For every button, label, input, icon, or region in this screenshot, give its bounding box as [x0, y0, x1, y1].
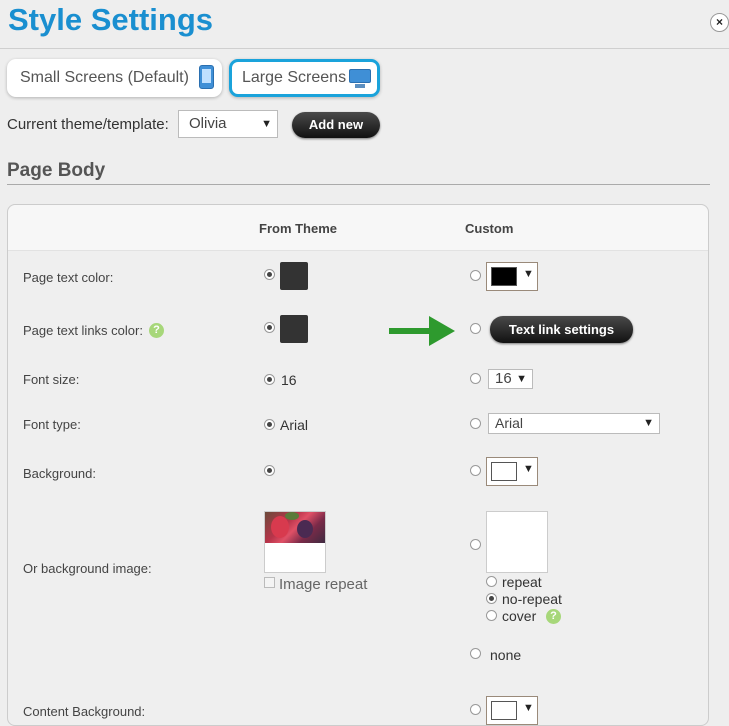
tab-small-screens[interactable]: Small Screens (Default)	[7, 59, 222, 97]
title-divider	[0, 48, 729, 49]
column-header-custom: Custom	[465, 221, 514, 236]
font-type-select-value: Arial	[495, 415, 524, 431]
column-header-from-theme: From Theme	[259, 221, 338, 236]
theme-color-swatch	[280, 262, 308, 290]
row-label-font-type: Font type:	[23, 417, 81, 432]
image-repeat-label: Image repeat	[279, 576, 368, 593]
color-chip	[491, 462, 517, 481]
image-repeat-checkbox[interactable]	[264, 577, 275, 588]
row-label-page-text-color: Page text color:	[23, 270, 114, 285]
font-size-select[interactable]: 16 ▼	[488, 369, 533, 389]
cover-option-label: cover	[502, 608, 537, 624]
berry-shape	[297, 520, 313, 538]
chevron-down-icon: ▼	[261, 118, 272, 130]
repeat-option-label: repeat	[502, 574, 542, 590]
radio-custom-background[interactable]	[470, 465, 481, 476]
panel-header: From Theme Custom	[8, 205, 708, 251]
section-title: Page Body	[7, 160, 106, 181]
tab-small-screens-label: Small Screens (Default)	[20, 69, 189, 86]
no-repeat-option-label: no-repeat	[502, 591, 562, 607]
radio-custom-page-text-color[interactable]	[470, 270, 481, 281]
custom-background-image-preview[interactable]	[486, 511, 548, 573]
section-divider	[7, 184, 710, 185]
add-new-button[interactable]: Add new	[292, 112, 380, 138]
monitor-icon	[349, 69, 371, 88]
tab-large-screens[interactable]: Large Screens	[229, 59, 380, 97]
radio-no-repeat[interactable]	[486, 593, 497, 604]
radio-theme-font-size[interactable]	[264, 374, 275, 385]
chevron-down-icon: ▼	[523, 268, 534, 280]
radio-custom-font-type[interactable]	[470, 418, 481, 429]
theme-font-type-value: Arial	[280, 417, 309, 433]
row-label-background-image: Or background image:	[23, 561, 152, 576]
theme-label: Current theme/template:	[7, 116, 169, 133]
leaf-shape	[285, 512, 299, 520]
phone-icon	[199, 65, 214, 89]
radio-theme-font-type[interactable]	[264, 419, 275, 430]
theme-font-size-value: 16	[281, 372, 297, 388]
radio-custom-font-size[interactable]	[470, 373, 481, 384]
radio-theme-page-text-color[interactable]	[264, 269, 275, 280]
berry-shape	[271, 516, 289, 538]
color-chip	[491, 267, 517, 286]
none-option-label: none	[490, 647, 522, 663]
chevron-down-icon: ▼	[523, 463, 534, 475]
radio-custom-content-background[interactable]	[470, 704, 481, 715]
chevron-down-icon: ▼	[523, 702, 534, 714]
radio-theme-page-text-links[interactable]	[264, 322, 275, 333]
radio-theme-background[interactable]	[264, 465, 275, 476]
chevron-down-icon: ▼	[516, 373, 527, 385]
row-label-content-background: Content Background:	[23, 704, 146, 719]
color-picker-background[interactable]: ▼	[486, 457, 538, 486]
chevron-down-icon: ▼	[643, 417, 654, 429]
font-size-select-value: 16	[495, 370, 512, 387]
close-icon[interactable]: ×	[710, 13, 729, 32]
arrow-right-icon	[389, 316, 455, 346]
help-icon[interactable]: ?	[546, 609, 561, 624]
theme-select[interactable]: Olivia ▼	[178, 110, 278, 138]
theme-select-value: Olivia	[189, 115, 227, 132]
page-title: Style Settings	[8, 2, 213, 37]
font-type-select[interactable]: Arial ▼	[488, 413, 660, 434]
text-link-settings-button[interactable]: Text link settings	[490, 316, 633, 343]
radio-custom-background-image[interactable]	[470, 539, 481, 550]
radio-custom-page-text-links[interactable]	[470, 323, 481, 334]
row-label-font-size: Font size:	[23, 372, 80, 387]
berries-image	[265, 512, 325, 543]
tab-large-screens-label: Large Screens	[242, 69, 347, 86]
radio-none[interactable]	[470, 648, 481, 659]
row-label-background: Background:	[23, 466, 96, 481]
radio-repeat[interactable]	[486, 576, 497, 587]
radio-cover[interactable]	[486, 610, 497, 621]
help-icon[interactable]: ?	[149, 323, 164, 338]
theme-color-swatch	[280, 315, 308, 343]
color-picker-page-text[interactable]: ▼	[486, 262, 538, 291]
theme-background-thumbnail	[264, 511, 326, 573]
row-label-page-text-links: Page text links color:	[23, 323, 143, 338]
